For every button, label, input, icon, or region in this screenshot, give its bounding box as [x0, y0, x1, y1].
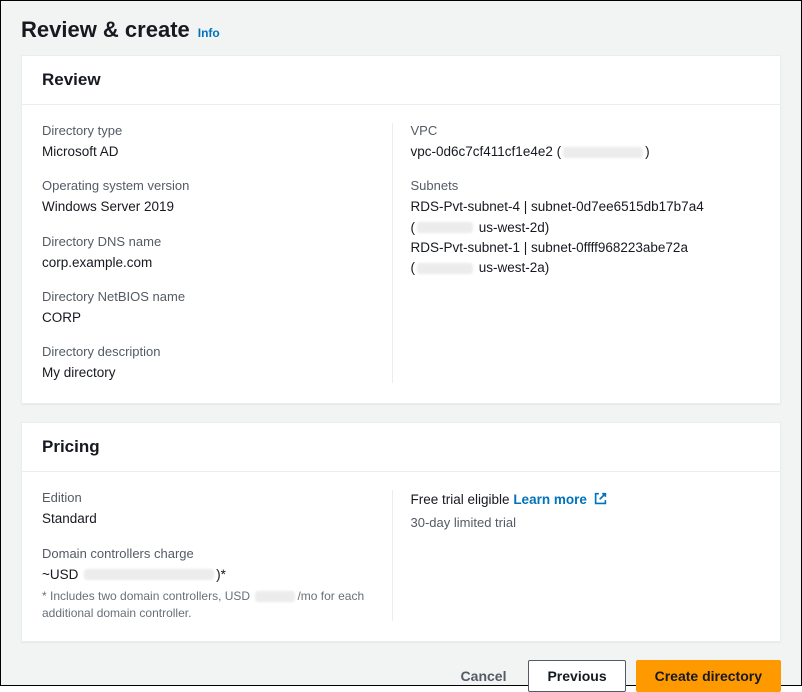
- review-left-column: Directory type Microsoft AD Operating sy…: [42, 123, 392, 383]
- edition-value: Standard: [42, 509, 392, 529]
- previous-button[interactable]: Previous: [528, 660, 625, 692]
- vpc-value: vpc-0d6c7cf411cf1e4e2 (): [411, 142, 761, 162]
- charge-label: Domain controllers charge: [42, 546, 392, 561]
- vpc-id: vpc-0d6c7cf411cf1e4e2 (: [411, 144, 562, 159]
- subnet-2-line1: RDS-Pvt-subnet-1 | subnet-0ffff968223abe…: [411, 238, 761, 258]
- redacted-addl-price: [255, 591, 295, 602]
- description-value: My directory: [42, 363, 392, 383]
- redacted-charge: [84, 569, 214, 580]
- dns-name-value: corp.example.com: [42, 253, 392, 273]
- page-title: Review & create: [21, 17, 190, 43]
- netbios-name-value: CORP: [42, 308, 392, 328]
- redacted-vpc-name: [563, 147, 643, 158]
- netbios-name-label: Directory NetBIOS name: [42, 289, 392, 304]
- page-header: Review & create Info: [21, 17, 781, 43]
- review-panel: Review Directory type Microsoft AD Opera…: [21, 55, 781, 404]
- pricing-panel: Pricing Edition Standard Domain controll…: [21, 422, 781, 642]
- redacted-subnet2: [417, 263, 473, 274]
- info-link[interactable]: Info: [198, 26, 220, 40]
- redacted-subnet1: [417, 222, 473, 233]
- edition-label: Edition: [42, 490, 392, 505]
- vpc-label: VPC: [411, 123, 761, 138]
- review-heading: Review: [22, 56, 780, 105]
- pricing-heading: Pricing: [22, 423, 780, 472]
- dns-name-label: Directory DNS name: [42, 234, 392, 249]
- action-buttons: Cancel Previous Create directory: [21, 660, 781, 692]
- learn-more-link[interactable]: Learn more: [513, 492, 606, 507]
- subnet-1-line1: RDS-Pvt-subnet-4 | subnet-0d7ee6515db17b…: [411, 197, 761, 217]
- subnets-value: RDS-Pvt-subnet-4 | subnet-0d7ee6515db17b…: [411, 197, 761, 278]
- subnets-label: Subnets: [411, 178, 761, 193]
- charge-footnote: * Includes two domain controllers, USD /…: [42, 588, 392, 622]
- directory-type-value: Microsoft AD: [42, 142, 392, 162]
- charge-value: ~USD )*: [42, 565, 392, 585]
- cancel-button[interactable]: Cancel: [449, 660, 519, 692]
- external-link-icon: [594, 492, 607, 505]
- pricing-left-column: Edition Standard Domain controllers char…: [42, 490, 392, 621]
- os-version-label: Operating system version: [42, 178, 392, 193]
- pricing-right-column: Free trial eligible Learn more 30-day: [411, 490, 761, 621]
- description-label: Directory description: [42, 344, 392, 359]
- create-directory-button[interactable]: Create directory: [636, 660, 781, 692]
- os-version-value: Windows Server 2019: [42, 197, 392, 217]
- trial-subtext: 30-day limited trial: [411, 515, 761, 530]
- free-trial-label: Free trial eligible: [411, 492, 510, 507]
- directory-type-label: Directory type: [42, 123, 392, 138]
- review-right-column: VPC vpc-0d6c7cf411cf1e4e2 () Subnets RDS…: [411, 123, 761, 383]
